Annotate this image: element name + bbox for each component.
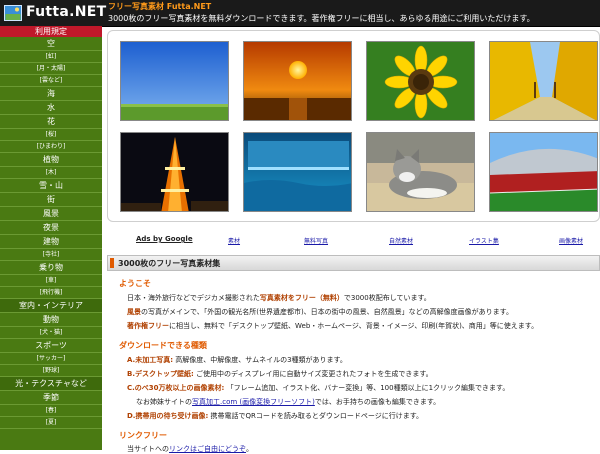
highlight-text: C.のべ30万枚以上の画像素材: (127, 384, 225, 392)
sidebar-item[interactable]: [雲など] (0, 75, 102, 87)
sidebar-item[interactable]: [犬・猫] (0, 327, 102, 339)
link-free-line: 当サイトへのリンクはご自由にどうぞ。 (127, 444, 253, 454)
thumbnail-blue-sky-field[interactable] (120, 41, 229, 121)
thumbnail-ginkgo-avenue[interactable] (489, 41, 598, 121)
sidebar-item[interactable]: 街 (0, 193, 102, 207)
thumbnail-soccer-stadium[interactable] (489, 132, 598, 212)
link-free-title: リンクフリー (119, 431, 167, 440)
ad-link-nature[interactable]: 自然素材 (389, 236, 413, 245)
ads-label[interactable]: Ads by Google (136, 235, 193, 243)
main-content: 3000枚のフリー写真素材集 ようこそ 日本・海外旅行などでデジカメ撮影された写… (107, 255, 600, 453)
sidebar-item[interactable]: [桜] (0, 129, 102, 141)
welcome-title: ようこそ (119, 279, 151, 288)
thumbnail-sunflower[interactable] (366, 41, 475, 121)
download-line-b: B.デスクトップ壁紙: ご使用中のディスプレイ用に自動サイズ変更されたフォトを生… (127, 369, 433, 379)
download-line-a: A.未加工写真: 高解像度、中解像度、サムネイルの3種類があります。 (127, 355, 347, 365)
logo-icon (4, 5, 22, 21)
text-span: 。 (246, 445, 253, 453)
download-line-d: D.携帯用の待ち受け画像: 携帯電話でQRコードを読み取るとダウンロードページに… (127, 411, 423, 421)
sidebar-item[interactable]: 植物 (0, 153, 102, 167)
sidebar-item[interactable]: [寺社] (0, 249, 102, 261)
sidebar-item[interactable]: 光・テクスチャなど (0, 377, 102, 391)
text-span: なお姉妹サイトの (136, 398, 192, 406)
header-accent-bar (110, 258, 114, 268)
text-span: 「フレーム追加、イラスト化、バナー変換」等、100種類以上に1クリック編集できま… (224, 384, 510, 392)
sidebar: 利用規定 空 [虹] [月・太陽] [雲など] 海水花 [桜] [ひまわり] 植物 [木] 雪・山… (0, 26, 102, 450)
logo-text: Futta.NET (26, 4, 107, 20)
text-span: で3000枚配布しています。 (343, 294, 431, 302)
text-span: 日本・海外旅行などでデジカメ撮影された (127, 294, 260, 302)
sidebar-item[interactable]: 乗り物 (0, 261, 102, 275)
sidebar-item[interactable]: 花 (0, 115, 102, 129)
sidebar-item[interactable]: [飛行機] (0, 287, 102, 299)
highlight-text: 風景 (127, 308, 141, 316)
sidebar-item[interactable]: 室内・インテリア (0, 299, 102, 313)
ad-link-sozai[interactable]: 素材 (228, 236, 240, 245)
photo-gallery (107, 30, 600, 222)
text-span: 高解像度、中解像度、サムネイルの3種類があります。 (173, 356, 347, 364)
highlight-text: B.デスクトップ壁紙: (127, 370, 194, 378)
text-span: 携帯電話でQRコードを読み取るとダウンロードページに行けます。 (208, 412, 424, 420)
sidebar-item[interactable]: 風景 (0, 207, 102, 221)
download-line-sister: なお姉妹サイトの写真加工.com (画像変換フリーソフト)では、お手持ちの画像も… (136, 397, 440, 407)
ad-link-image[interactable]: 画像素材 (559, 236, 583, 245)
text-span: 当サイトへの (127, 445, 169, 453)
welcome-line-1: 日本・海外旅行などでデジカメ撮影された写真素材をフリー（無料）で3000枚配布し… (127, 293, 431, 303)
sidebar-item[interactable]: [車] (0, 275, 102, 287)
sidebar-item[interactable]: [月・太陽] (0, 63, 102, 75)
sidebar-item[interactable]: 空 (0, 37, 102, 51)
highlight-text: 著作権フリー (127, 322, 169, 330)
text-span: の写真がメインで、「外国の観光名所(世界遺産都市)、日本の街中の風景、自然風景」… (141, 308, 513, 316)
ad-link-illust[interactable]: イラスト集 (469, 236, 499, 245)
download-line-c: C.のべ30万枚以上の画像素材: 「フレーム追加、イラスト化、バナー変換」等、1… (127, 383, 509, 393)
text-span: に相当し、無料で「デスクトップ壁紙、Web・ホームページ、背景・イメージ、印刷(… (169, 322, 539, 330)
highlight-text: D.携帯用の待ち受け画像: (127, 412, 209, 420)
text-span: ご使用中のディスプレイ用に自動サイズ変更されたフォトを生成できます。 (193, 370, 433, 378)
sidebar-item[interactable]: 季節 (0, 391, 102, 405)
sidebar-item[interactable]: 海 (0, 87, 102, 101)
content-header: 3000枚のフリー写真素材集 (107, 255, 600, 271)
site-logo[interactable]: Futta.NET (2, 3, 106, 23)
highlight-text: A.未加工写真: (127, 356, 174, 364)
sidebar-item[interactable]: [虹] (0, 51, 102, 63)
sidebar-item[interactable]: 動物 (0, 313, 102, 327)
welcome-line-3: 著作権フリーに相当し、無料で「デスクトップ壁紙、Web・ホームページ、背景・イメ… (127, 321, 538, 331)
welcome-line-2: 風景の写真がメインで、「外国の観光名所(世界遺産都市)、日本の街中の風景、自然風… (127, 307, 513, 317)
sidebar-list: 空 [虹] [月・太陽] [雲など] 海水花 [桜] [ひまわり] 植物 [木] 雪・山街風景 夜景… (0, 37, 102, 429)
ads-bar: Ads by Google 素材 無料写真 自然素材 イラスト集 画像素材 (107, 226, 600, 252)
sidebar-item[interactable]: 雪・山 (0, 179, 102, 193)
thumbnail-sunset-sea[interactable] (243, 41, 352, 121)
text-span: では、お手持ちの画像も編集できます。 (314, 398, 441, 406)
thumbnail-tokyo-tower-night[interactable] (120, 132, 229, 212)
sister-site-link[interactable]: 写真加工.com (画像変換フリーソフト) (192, 398, 315, 406)
content-heading: 3000枚のフリー写真素材集 (118, 259, 221, 268)
link-free-link[interactable]: リンクはご自由にどうぞ (169, 445, 246, 453)
sidebar-item[interactable]: [夏] (0, 417, 102, 429)
highlight-text: 写真素材をフリー（無料） (259, 294, 344, 302)
header: Futta.NET フリー写真素材 Futta.NET 3000枚のフリー写真素… (0, 0, 600, 27)
sidebar-item[interactable]: [野球] (0, 365, 102, 377)
download-title: ダウンロードできる種類 (119, 341, 207, 350)
ad-link-free-photo[interactable]: 無料写真 (304, 236, 328, 245)
sidebar-item[interactable]: 建物 (0, 235, 102, 249)
sidebar-heading-terms[interactable]: 利用規定 (0, 26, 102, 37)
sidebar-item[interactable]: [木] (0, 167, 102, 179)
sidebar-item[interactable]: 水 (0, 101, 102, 115)
thumbnail-blue-water[interactable] (243, 132, 352, 212)
site-description: 3000枚のフリー写真素材を無料ダウンロードできます。著作権フリーに相当し、あら… (108, 14, 535, 23)
sidebar-item[interactable]: スポーツ (0, 339, 102, 353)
thumbnail-cat[interactable] (366, 132, 475, 212)
sidebar-item[interactable]: 夜景 (0, 221, 102, 235)
sidebar-item[interactable]: [サッカー] (0, 353, 102, 365)
site-title[interactable]: フリー写真素材 Futta.NET (108, 1, 211, 12)
sidebar-item[interactable]: [春] (0, 405, 102, 417)
sidebar-item[interactable]: [ひまわり] (0, 141, 102, 153)
